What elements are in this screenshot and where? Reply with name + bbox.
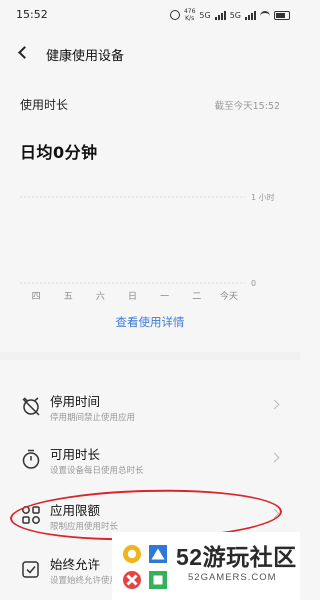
- signal-1-icon: [214, 10, 226, 20]
- alarm-off-icon: [22, 397, 40, 416]
- x-tick-label: 五: [64, 292, 73, 302]
- check-box-icon: [22, 561, 39, 578]
- section-divider: [0, 352, 300, 360]
- signal-1-label: 5G: [199, 10, 211, 20]
- watermark-title: 52游玩社区: [176, 544, 297, 570]
- menu-item-title: 可用时长: [50, 447, 101, 462]
- view-details-link[interactable]: 查看使用详情: [0, 314, 300, 330]
- signal-2-icon: [245, 10, 256, 20]
- menu-item-title: 停用时间: [50, 394, 101, 409]
- x-tick-label: 今天: [220, 290, 238, 302]
- menu-item-screen-time[interactable]: 可用时长 设置设备每日使用总时长: [0, 438, 300, 488]
- status-bar: 15:52 476 K/s 5G 5G: [0, 0, 300, 28]
- usage-label: 使用时长: [20, 98, 69, 112]
- watermark-domain: 52GAMERS.COM: [188, 572, 277, 583]
- signal-2-label: 5G: [229, 10, 241, 20]
- x-tick-label: 日: [128, 291, 137, 302]
- menu-item-desc: 停用期间禁止使用应用: [50, 413, 136, 423]
- as-of-time: 截至今天15:52: [214, 101, 280, 112]
- menu-item-title: 始终允许: [50, 557, 101, 572]
- menu-item-downtime[interactable]: 停用时间 停用期间禁止使用应用: [0, 385, 300, 435]
- x-tick-label: 六: [96, 290, 105, 302]
- wifi-icon: [260, 11, 270, 19]
- back-icon[interactable]: [18, 46, 31, 59]
- x-tick-label: 四: [32, 292, 41, 302]
- battery-icon: [274, 10, 290, 20]
- screen: 15:52 476 K/s 5G 5G 健康使用设备 使用时长 截至今天15:5…: [0, 0, 300, 600]
- daily-average: 日均0分钟: [20, 143, 98, 162]
- x-tick-label: 一: [160, 292, 169, 302]
- y-tick-label: 1 小时: [251, 192, 275, 202]
- y-tick-label: 0: [251, 279, 256, 288]
- timer-icon: [22, 449, 40, 469]
- chevron-right-icon: [269, 452, 280, 463]
- status-icons: 476 K/s 5G 5G: [169, 8, 290, 22]
- page-title: 健康使用设备: [46, 49, 125, 64]
- x-tick-label: 二: [192, 292, 201, 302]
- alarm-status-icon: [169, 10, 180, 20]
- menu-item-desc: 设置设备每日使用总时长: [50, 466, 144, 476]
- status-time: 15:52: [16, 8, 48, 21]
- usage-chart: 1 小时 0 四 五 六 日 一 二 今天: [20, 192, 275, 302]
- chevron-right-icon: [269, 399, 280, 410]
- network-speed: 476 K/s: [183, 8, 196, 22]
- gamepad-buttons-logo-icon: [123, 545, 167, 589]
- watermark: 52游玩社区 52GAMERS.COM: [112, 532, 300, 600]
